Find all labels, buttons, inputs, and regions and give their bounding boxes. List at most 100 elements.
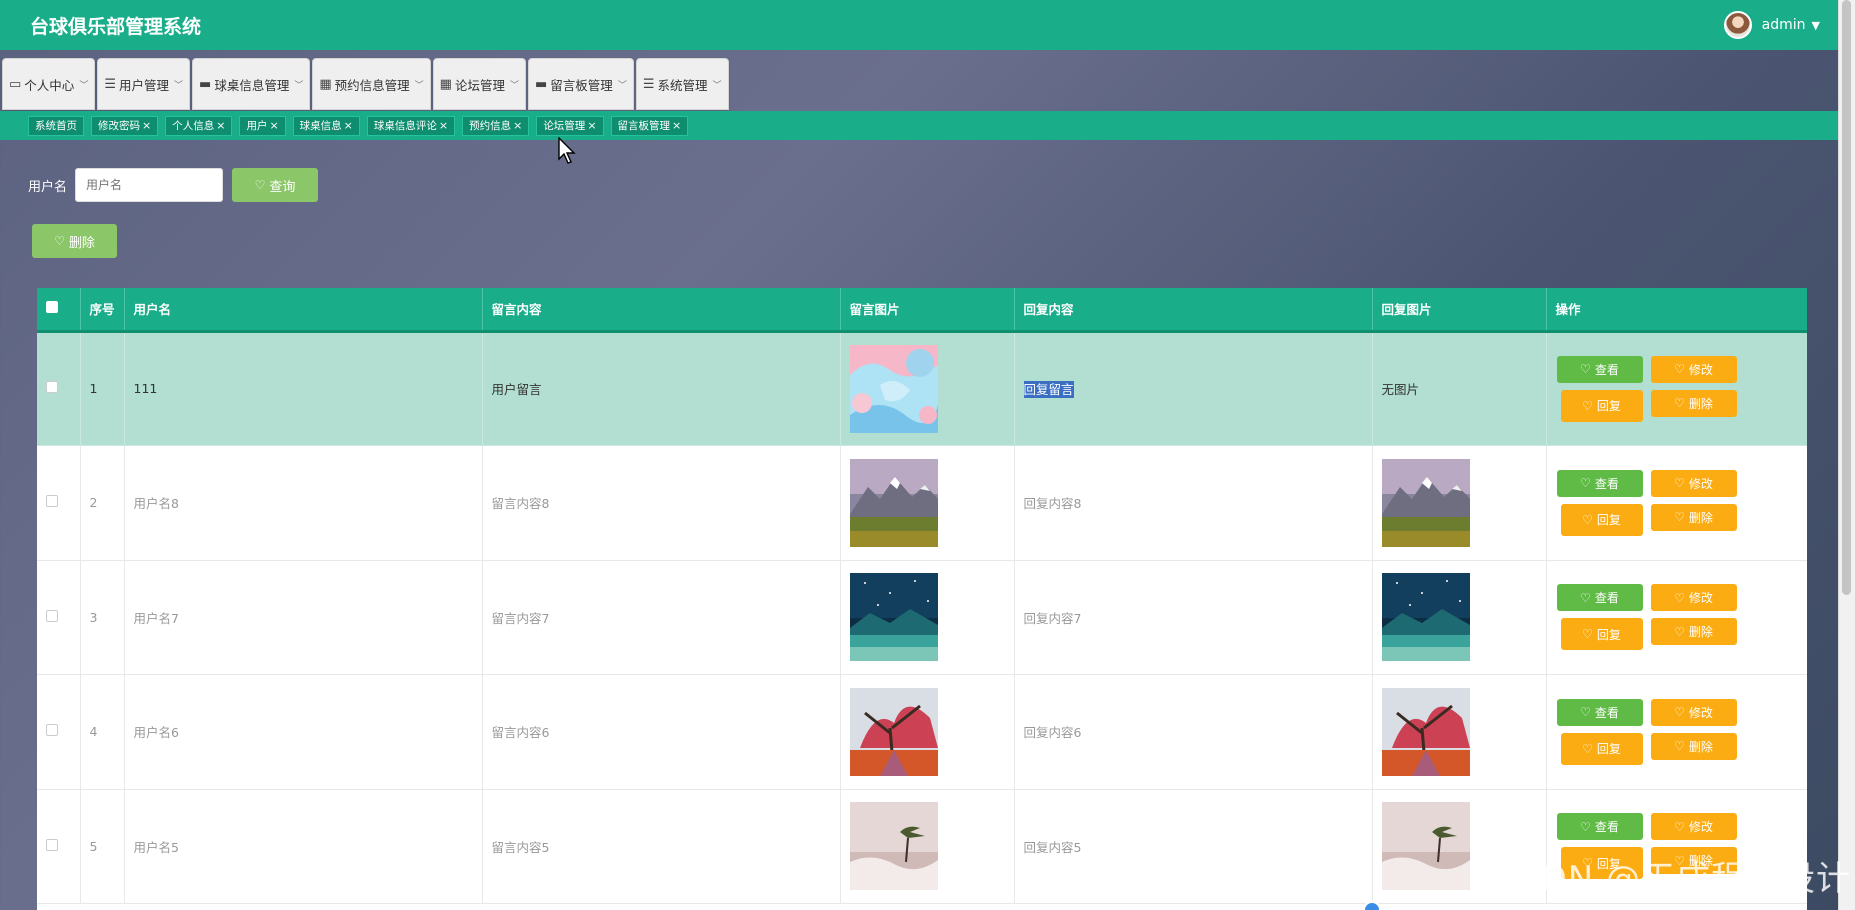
reply-cell: 回复内容5 <box>1014 789 1373 904</box>
scrollbar-thumb[interactable] <box>1842 0 1851 595</box>
close-icon[interactable]: × <box>142 119 151 132</box>
chevron-down-icon: ﹀ <box>712 80 722 91</box>
reply-button[interactable]: ♡ 回复 <box>1560 732 1643 765</box>
tab-tag[interactable]: 留言板管理 × <box>610 115 689 136</box>
mouse-cursor-icon <box>558 137 576 164</box>
row-select-cell[interactable] <box>37 331 81 446</box>
tab-tag[interactable]: 球桌信息评论 × <box>366 115 456 136</box>
row-select-cell[interactable] <box>37 560 81 675</box>
edit-button[interactable]: ♡ 修改 <box>1650 469 1737 497</box>
avatar[interactable] <box>1723 11 1752 39</box>
view-button[interactable]: ♡ 查看 <box>1556 584 1643 612</box>
delete-button[interactable]: ♡ 删除 <box>1650 503 1737 531</box>
edit-button[interactable]: ♡ 修改 <box>1650 584 1737 612</box>
table-row[interactable]: 4 用户名6 留言内容6 回复内容6 ♡ 查看 ♡ 修改 ♡ 回复 ♡ 删除 <box>37 674 1807 790</box>
menu-item[interactable]: ☰ 系统管理 ﹀ <box>635 58 729 110</box>
reply-button[interactable]: ♡ 回复 <box>1560 389 1643 422</box>
row-checkbox[interactable] <box>46 495 58 508</box>
menu-item[interactable]: ▬ 留言板管理 ﹀ <box>528 58 634 110</box>
table-row[interactable]: 3 用户名7 留言内容7 回复内容7 ♡ 查看 ♡ 修改 ♡ 回复 ♡ 删除 <box>37 560 1807 675</box>
heart-icon: ♡ <box>1580 705 1591 720</box>
tab-tag[interactable]: 预约信息 × <box>462 115 530 136</box>
message-image-thumbnail[interactable] <box>849 344 938 433</box>
list-icon: ☰ <box>642 76 655 92</box>
grid-icon: ▦ <box>319 76 332 92</box>
menu-item-label: 个人中心 <box>24 77 75 93</box>
tab-tag[interactable]: 用户 × <box>239 115 286 136</box>
batch-delete-button[interactable]: ♡ 删除 <box>32 224 117 258</box>
close-icon[interactable]: × <box>672 119 681 132</box>
edit-button[interactable]: ♡ 修改 <box>1650 698 1737 726</box>
query-button[interactable]: ♡ 查询 <box>232 168 319 202</box>
row-checkbox[interactable] <box>46 724 58 737</box>
reply-image-thumbnail[interactable] <box>1381 802 1470 891</box>
select-all-cell[interactable] <box>37 288 81 333</box>
view-button[interactable]: ♡ 查看 <box>1556 698 1643 726</box>
actions-cell: ♡ 查看 ♡ 修改 ♡ 回复 ♡ 删除 <box>1546 445 1807 561</box>
row-select-cell[interactable] <box>37 674 81 790</box>
heart-icon: ♡ <box>1674 396 1685 411</box>
tab-tag[interactable]: 系统首页 <box>28 115 84 136</box>
menu-item[interactable]: ▦ 预约信息管理 ﹀ <box>312 58 431 110</box>
tab-tag[interactable]: 修改密码 × <box>91 115 159 136</box>
edit-button[interactable]: ♡ 修改 <box>1650 355 1737 383</box>
tab-tag[interactable]: 球桌信息 × <box>292 115 360 136</box>
heart-icon: ♡ <box>1674 705 1685 720</box>
message-image-thumbnail[interactable] <box>849 458 938 547</box>
menu-item[interactable]: ▦ 论坛管理 ﹀ <box>432 58 526 110</box>
caret-down-icon[interactable]: ▼ <box>1812 19 1820 32</box>
column-header: 回复图片 <box>1372 288 1547 333</box>
menu-item[interactable]: ▬ 球桌信息管理 ﹀ <box>192 58 311 110</box>
tab-tag[interactable]: 个人信息 × <box>165 115 233 136</box>
message-image-thumbnail[interactable] <box>849 573 938 662</box>
message-image-thumbnail[interactable] <box>849 802 938 891</box>
close-icon[interactable]: × <box>344 119 353 132</box>
reply-button[interactable]: ♡ 回复 <box>1560 618 1643 651</box>
close-icon[interactable]: × <box>439 119 448 132</box>
select-all-checkbox[interactable] <box>46 301 58 314</box>
menu-item[interactable]: ▭ 个人中心 ﹀ <box>2 58 96 110</box>
view-button[interactable]: ♡ 查看 <box>1556 355 1643 383</box>
main-menu: ▭ 个人中心 ﹀ ☰ 用户管理 ﹀ ▬ 球桌信息管理 ﹀ ▦ 预约信息管理 ﹀ ▦ 论坛管理 ﹀ ▬ 留言板管理… <box>2 58 729 110</box>
heart-icon: ♡ <box>1582 741 1593 756</box>
view-button[interactable]: ♡ 查看 <box>1556 813 1643 841</box>
row-checkbox[interactable] <box>46 609 58 622</box>
chevron-down-icon: ﹀ <box>509 80 519 91</box>
heart-icon: ♡ <box>1674 624 1685 639</box>
reply-image-thumbnail[interactable] <box>1381 458 1470 547</box>
monitor-icon: ▬ <box>199 76 212 92</box>
reply-image-thumbnail[interactable] <box>1381 687 1470 776</box>
reply-button[interactable]: ♡ 回复 <box>1560 503 1643 536</box>
menu-item[interactable]: ☰ 用户管理 ﹀ <box>97 58 191 110</box>
delete-button[interactable]: ♡ 删除 <box>1650 732 1737 760</box>
row-select-cell[interactable] <box>37 445 81 561</box>
tag-label: 修改密码 <box>98 120 140 132</box>
column-header: 用户名 <box>124 288 483 333</box>
tag-label: 球桌信息 <box>299 120 342 132</box>
username-search-input[interactable] <box>75 168 224 202</box>
page-scrollbar[interactable] <box>1838 0 1855 910</box>
delete-button[interactable]: ♡ 删除 <box>1650 389 1737 417</box>
reply-image-thumbnail[interactable] <box>1381 573 1470 662</box>
view-button[interactable]: ♡ 查看 <box>1556 469 1643 497</box>
delete-button[interactable]: ♡ 删除 <box>1650 618 1737 646</box>
row-checkbox[interactable] <box>46 838 58 851</box>
message-image-thumbnail[interactable] <box>849 687 938 776</box>
delete-label: 删除 <box>1688 625 1713 640</box>
close-icon[interactable]: × <box>216 119 225 132</box>
close-icon[interactable]: × <box>513 119 522 132</box>
row-checkbox[interactable] <box>46 381 58 394</box>
tab-tag[interactable]: 论坛管理 × <box>536 115 604 136</box>
username-cell: 用户名6 <box>124 674 483 790</box>
close-icon[interactable]: × <box>269 119 278 132</box>
chevron-down-icon: ﹀ <box>294 80 304 91</box>
content-cell: 用户留言 <box>482 331 841 446</box>
username-label[interactable]: admin <box>1762 17 1806 33</box>
table-row[interactable]: 1 111 用户留言 回复留言 无图片 ♡ 查看 ♡ 修改 ♡ 回复 ♡ 删除 <box>37 331 1807 446</box>
user-menu[interactable]: admin ▼ <box>1723 11 1820 39</box>
row-select-cell[interactable] <box>37 789 81 904</box>
table-row[interactable]: 2 用户名8 留言内容8 回复内容8 ♡ 查看 ♡ 修改 ♡ 回复 ♡ 删除 <box>37 445 1807 561</box>
edit-button[interactable]: ♡ 修改 <box>1650 813 1737 841</box>
column-header: 序号 <box>80 288 125 333</box>
close-icon[interactable]: × <box>587 119 596 132</box>
